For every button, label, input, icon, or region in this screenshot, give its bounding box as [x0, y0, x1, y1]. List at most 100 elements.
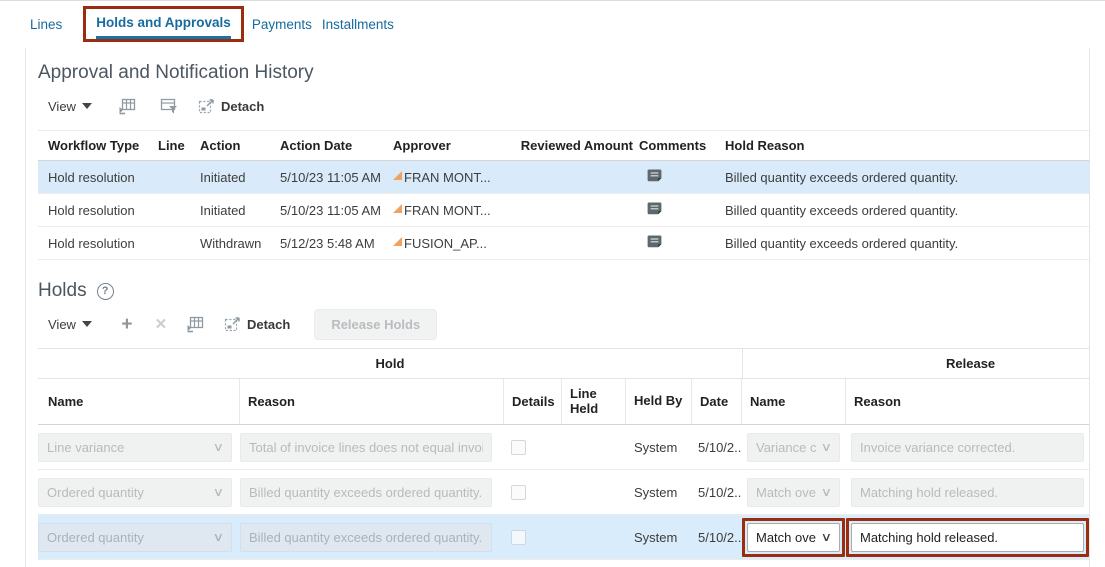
view-menu-button[interactable]: View — [38, 99, 92, 114]
help-icon[interactable]: ? — [97, 283, 114, 300]
hold-reason-cell: Billed quantity exceeds ordered quantity… — [240, 523, 504, 552]
col-header-workflow-type[interactable]: Workflow Type — [48, 138, 158, 153]
approver-name: FUSION_AP... — [404, 236, 487, 251]
holds-export-to-excel-button[interactable] — [182, 313, 208, 335]
release-reason-annotation-box: Matching hold released. — [846, 518, 1089, 557]
details-cell — [504, 440, 562, 455]
hold-reason-cell: Total of invoice lines does not equal in… — [240, 433, 504, 462]
hold-reason-value: Billed quantity exceeds ordered quantity… — [249, 530, 483, 545]
comment-icon[interactable] — [647, 201, 663, 216]
release-holds-button[interactable]: Release Holds — [314, 309, 437, 340]
approver-name: FRAN MONT... — [404, 203, 491, 218]
add-row-button[interactable]: + — [114, 313, 140, 335]
export-to-excel-button[interactable] — [114, 95, 140, 117]
approver-note-flag-icon — [393, 204, 402, 213]
col-header-hold-reason[interactable]: Hold Reason — [725, 138, 1089, 153]
hold-name-select: Line variance ∨ — [38, 433, 232, 462]
tab-installments[interactable]: Installments — [322, 17, 394, 32]
tab-bar: Lines Holds and Approvals Payments Insta… — [0, 1, 1105, 47]
col-header-hold-name[interactable]: Name — [38, 379, 240, 424]
col-header-reviewed-amount[interactable]: Reviewed Amount — [517, 138, 639, 153]
hold-reason-input: Total of invoice lines does not equal in… — [240, 433, 492, 462]
approval-table-header: Workflow Type Line Action Action Date Ap… — [38, 130, 1089, 161]
holds-table-header: Name Reason Details Line Held Held By Da… — [38, 379, 1089, 425]
release-reason-value: Matching hold released. — [860, 485, 1075, 500]
approver-cell: FRAN MONT... — [393, 170, 517, 185]
release-reason-value: Matching hold released. — [860, 530, 1075, 545]
hold-name-value: Ordered quantity — [47, 485, 208, 500]
details-checkbox[interactable] — [511, 440, 526, 455]
holds-table: Hold Release Name Reason Details Line He… — [38, 348, 1089, 560]
release-name-value: Variance corrected — [756, 440, 816, 455]
hold-reason-cell: Billed quantity exceeds ordered quantity… — [725, 236, 1089, 251]
workflow-type-cell: Hold resolution — [48, 236, 158, 251]
approval-table-row[interactable]: Hold resolution Initiated 5/10/23 11:05 … — [38, 161, 1089, 194]
col-header-comments[interactable]: Comments — [639, 138, 725, 153]
release-name-select: Match override ∨ — [747, 478, 840, 507]
holds-table-body: Line variance ∨ Total of invoice lines d… — [38, 425, 1089, 560]
release-reason-input[interactable]: Matching hold released. — [851, 523, 1084, 552]
release-name-select[interactable]: Match override ∨ — [747, 523, 840, 552]
detach-icon — [224, 316, 241, 332]
holds-group-header: Hold Release — [38, 348, 1089, 379]
date-cell: 5/10/2... — [692, 485, 742, 500]
col-header-approver[interactable]: Approver — [393, 138, 517, 153]
tab-payments[interactable]: Payments — [252, 17, 312, 32]
approval-table-row[interactable]: Hold resolution Initiated 5/10/23 11:05 … — [38, 194, 1089, 227]
holds-view-menu-label: View — [48, 317, 76, 332]
comments-cell — [639, 234, 725, 252]
comment-icon[interactable] — [647, 234, 663, 249]
held-by-cell: System — [626, 440, 692, 455]
invoice-detail-page: Lines Holds and Approvals Payments Insta… — [0, 0, 1105, 567]
col-header-held-by[interactable]: Held By — [626, 379, 692, 424]
hold-name-value: Line variance — [47, 440, 208, 455]
plus-icon: + — [121, 315, 132, 334]
approver-cell: FUSION_AP... — [393, 236, 517, 251]
holds-table-row[interactable]: Ordered quantity ∨ Billed quantity excee… — [38, 515, 1089, 560]
col-header-action[interactable]: Action — [200, 138, 280, 153]
workflow-type-cell: Hold resolution — [48, 170, 158, 185]
hold-reason-input: Billed quantity exceeds ordered quantity… — [240, 523, 492, 552]
details-checkbox[interactable] — [511, 485, 526, 500]
action-date-cell: 5/10/23 11:05 AM — [280, 203, 393, 218]
approval-history-table: Workflow Type Line Action Action Date Ap… — [38, 130, 1089, 260]
col-header-hold-reason[interactable]: Reason — [240, 379, 504, 424]
holds-table-row[interactable]: Line variance ∨ Total of invoice lines d… — [38, 425, 1089, 470]
holds-detach-button[interactable]: Detach — [224, 316, 290, 332]
hold-name-select: Ordered quantity ∨ — [38, 478, 232, 507]
detach-button[interactable]: Detach — [198, 98, 264, 114]
delete-row-button[interactable]: ✕ — [148, 313, 174, 335]
col-header-line-held[interactable]: Line Held — [562, 379, 626, 424]
release-name-cell: Match override ∨ — [742, 518, 846, 557]
caret-down-icon — [82, 321, 92, 327]
detach-label: Detach — [221, 99, 264, 114]
query-by-example-button[interactable] — [156, 95, 182, 117]
col-header-line[interactable]: Line — [158, 138, 200, 153]
holds-table-row[interactable]: Ordered quantity ∨ Billed quantity excee… — [38, 470, 1089, 515]
comment-icon[interactable] — [647, 168, 663, 183]
caret-down-icon — [82, 103, 92, 109]
col-header-action-date[interactable]: Action Date — [280, 138, 393, 153]
release-name-value: Match override — [756, 530, 816, 545]
col-header-details[interactable]: Details — [504, 379, 562, 424]
tab-lines[interactable]: Lines — [30, 17, 62, 32]
col-header-release-name[interactable]: Name — [742, 379, 846, 424]
chevron-down-icon: ∨ — [821, 485, 832, 499]
chevron-down-icon: ∨ — [213, 440, 224, 454]
tab-holds-and-approvals[interactable]: Holds and Approvals — [96, 15, 231, 30]
hold-reason-cell: Billed quantity exceeds ordered quantity… — [725, 170, 1089, 185]
hold-name-value: Ordered quantity — [47, 530, 208, 545]
holds-title-text: Holds — [38, 280, 87, 302]
approval-table-row[interactable]: Hold resolution Withdrawn 5/12/23 5:48 A… — [38, 227, 1089, 260]
release-name-cell: Variance corrected ∨ — [742, 428, 846, 467]
col-header-release-reason[interactable]: Reason — [846, 379, 1089, 424]
holds-view-menu-button[interactable]: View — [38, 317, 92, 332]
approval-section-title: Approval and Notification History — [38, 62, 1089, 84]
release-name-annotation-box: Match override ∨ — [742, 473, 845, 512]
release-name-annotation-box: Variance corrected ∨ — [742, 428, 845, 467]
details-checkbox[interactable] — [511, 530, 526, 545]
approval-toolbar: View — [38, 86, 1089, 126]
annotation-box-active-tab: Holds and Approvals — [83, 6, 244, 42]
approver-name: FRAN MONT... — [404, 170, 491, 185]
col-header-date[interactable]: Date — [692, 379, 742, 424]
